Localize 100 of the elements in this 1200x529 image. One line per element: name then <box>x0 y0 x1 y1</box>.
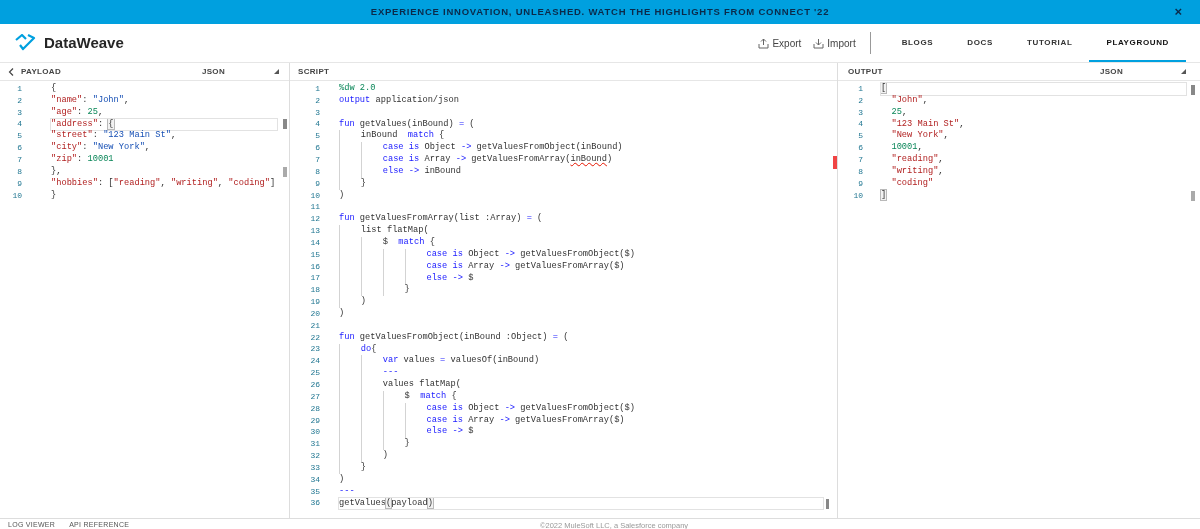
import-icon <box>813 37 825 49</box>
scrollbar-thumb[interactable] <box>283 167 287 177</box>
code-line: } <box>51 189 58 202</box>
panel-title: OUTPUT <box>848 65 883 78</box>
code-line: $ match { <box>339 236 823 249</box>
code-line: case is Object -> getValuesFromObject($) <box>339 248 823 261</box>
code-line: case is Array -> getValuesFromArray($) <box>339 414 823 427</box>
nav-tab[interactable]: PLAYGROUND <box>1089 24 1186 62</box>
format-dropdown[interactable]: JSON <box>1099 65 1123 78</box>
line-number: 26 <box>309 379 320 391</box>
export-button[interactable]: Export <box>758 35 802 51</box>
line-number: 3 <box>857 106 863 119</box>
code-line: %dw 2.0 <box>339 83 377 95</box>
line-number: 22 <box>309 331 320 344</box>
close-button[interactable]: × <box>1174 5 1182 18</box>
line-number: 25 <box>309 367 320 380</box>
line-number: 36 <box>309 497 320 510</box>
line-number: 20 <box>309 307 320 320</box>
code-line: else -> $ <box>339 272 823 285</box>
code-line: ) <box>339 296 823 309</box>
line-number: 1 <box>314 82 320 95</box>
line-number: 4 <box>16 118 22 131</box>
line-number: 6 <box>857 142 863 155</box>
line-number: 7 <box>16 154 22 166</box>
code-line: "age": 25, <box>51 106 105 119</box>
code-line: output application/json <box>339 94 460 107</box>
line-number: 5 <box>314 130 320 143</box>
code-line: } <box>339 462 823 474</box>
line-number: 34 <box>309 473 320 486</box>
line-number: 33 <box>309 461 320 474</box>
code-line: case is Object -> getValuesFromObject($) <box>339 402 823 415</box>
code-line: inBound match { <box>339 130 823 143</box>
import-button[interactable]: Import <box>813 35 856 51</box>
panel-title: SCRIPT <box>298 65 330 78</box>
nav-tab[interactable]: BLOGS <box>884 24 951 62</box>
line-number: 2 <box>16 94 22 107</box>
line-number: 10 <box>852 189 863 202</box>
line-number: 18 <box>309 284 320 297</box>
line-number: 2 <box>857 94 863 107</box>
line-number: 19 <box>309 296 320 309</box>
dropdown-icon[interactable] <box>1181 69 1186 74</box>
line-number: 9 <box>857 177 863 190</box>
code-line: "address": { <box>51 118 277 131</box>
code-line: ) <box>339 450 823 462</box>
code-line: $ match { <box>339 390 823 403</box>
line-number: 24 <box>309 355 320 368</box>
line-number: 27 <box>309 390 320 403</box>
format-dropdown[interactable]: JSON <box>201 65 225 78</box>
code-line: ) <box>339 473 346 486</box>
line-number: 7 <box>314 154 320 166</box>
line-number: 28 <box>309 402 320 415</box>
line-number: 1 <box>857 82 863 95</box>
code-line: } <box>339 284 823 297</box>
code-line: case is Array -> getValuesFromArray(inBound) <box>339 154 823 166</box>
line-number: 21 <box>309 319 320 332</box>
code-line: case is Object -> getValuesFromObject(inBound) <box>339 142 823 155</box>
line-number: 1 <box>16 82 22 95</box>
code-line: "New York", <box>890 130 950 143</box>
line-number: 10 <box>309 189 320 202</box>
code-line: "zip": 10001 <box>51 154 115 166</box>
nav-tab[interactable]: DOCS <box>950 24 1010 62</box>
scrollbar-thumb[interactable] <box>1191 85 1195 95</box>
collapse-icon[interactable] <box>8 67 14 76</box>
line-number: 14 <box>309 236 320 249</box>
line-number: 8 <box>857 165 863 178</box>
dropdown-icon[interactable] <box>274 69 279 74</box>
logo-icon <box>14 34 36 52</box>
line-number: 3 <box>314 106 320 119</box>
line-number: 9 <box>16 177 22 190</box>
line-number: 6 <box>314 142 320 155</box>
line-number: 10 <box>11 189 22 202</box>
brand-name: DataWeave <box>44 32 124 53</box>
code-line: "123 Main St", <box>890 118 966 130</box>
line-number: 12 <box>309 213 320 226</box>
line-number: 5 <box>857 130 863 143</box>
code-line: [ <box>881 83 1186 95</box>
scrollbar-thumb[interactable] <box>283 119 287 129</box>
code-line: ) <box>339 308 346 320</box>
code-line: "city": "New York", <box>51 142 152 154</box>
code-line: else -> $ <box>339 426 823 439</box>
scrollbar-thumb[interactable] <box>1191 191 1195 201</box>
line-number: 15 <box>309 248 320 261</box>
code-line: --- <box>339 485 356 498</box>
line-number: 35 <box>309 485 320 498</box>
nav-tab[interactable]: TUTORIAL <box>1010 24 1090 62</box>
scrollbar-thumb[interactable] <box>826 499 829 509</box>
code-line: values flatMap( <box>339 379 823 391</box>
line-number: 5 <box>16 130 22 143</box>
code-line: --- <box>339 367 823 380</box>
line-number: 13 <box>309 225 320 238</box>
code-line: } <box>339 438 823 451</box>
line-number: 31 <box>309 438 320 451</box>
code-line: "reading", <box>890 154 945 166</box>
code-line: "street": "123 Main St", <box>51 130 178 142</box>
code-line: "writing", <box>890 165 945 178</box>
code-line: } <box>339 177 823 190</box>
error-marker <box>833 156 837 169</box>
code-line: else -> inBound <box>339 165 823 178</box>
code-line: "coding" <box>890 177 935 190</box>
line-number: 8 <box>16 165 22 178</box>
